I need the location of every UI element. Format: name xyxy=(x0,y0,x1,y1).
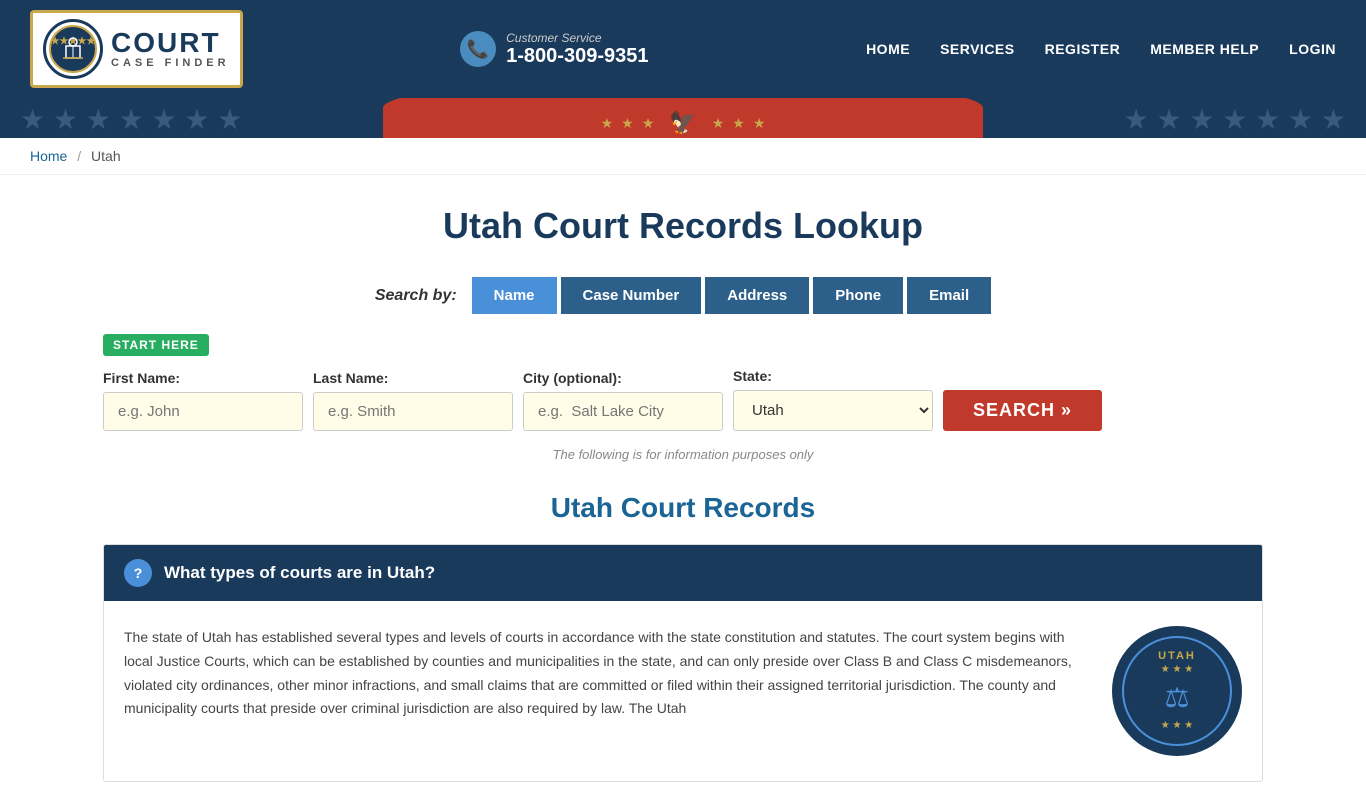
accordion-body: The state of Utah has established severa… xyxy=(104,601,1262,781)
logo-text-block: COURT CASE FINDER xyxy=(111,29,230,69)
last-name-group: Last Name: xyxy=(313,370,513,431)
accordion-title: What types of courts are in Utah? xyxy=(164,563,435,583)
accordion-text: The state of Utah has established severa… xyxy=(124,626,1092,756)
last-name-input[interactable] xyxy=(313,392,513,431)
tab-case-number[interactable]: Case Number xyxy=(561,277,702,314)
logo-sub-text: CASE FINDER xyxy=(111,57,230,69)
scales-icon: ⚖ xyxy=(1164,681,1189,714)
stars-banner: ★ ★ ★ ★ ★ ★ ★ ★ ★ ★ ★ ★ ★ ★ ★ ★ ★ 🦅 ★ ★ … xyxy=(0,98,1366,138)
eagle-icon: 🦅 xyxy=(669,110,696,136)
question-icon: ? xyxy=(124,559,152,587)
search-section: Search by: Name Case Number Address Phon… xyxy=(103,277,1263,462)
page-title: Utah Court Records Lookup xyxy=(103,205,1263,247)
breadcrumb-home-link[interactable]: Home xyxy=(30,148,67,164)
nav-login[interactable]: LOGIN xyxy=(1289,41,1336,57)
phone-icon: 📞 xyxy=(460,31,496,67)
search-form: First Name: Last Name: City (optional): … xyxy=(103,368,1263,431)
search-tabs: Search by: Name Case Number Address Phon… xyxy=(103,277,1263,314)
tab-address[interactable]: Address xyxy=(705,277,809,314)
tab-phone[interactable]: Phone xyxy=(813,277,903,314)
first-name-label: First Name: xyxy=(103,370,303,386)
utah-seal-inner: UTAH ★ ★ ★ ⚖ ★ ★ ★ xyxy=(1122,636,1232,746)
city-group: City (optional): xyxy=(523,370,723,431)
logo-box: ★★★★★ COURT CASE FINDER xyxy=(30,10,243,88)
city-label: City (optional): xyxy=(523,370,723,386)
logo-court-text: COURT xyxy=(111,29,221,57)
main-nav: HOME SERVICES REGISTER MEMBER HELP LOGIN xyxy=(866,41,1336,57)
first-name-group: First Name: xyxy=(103,370,303,431)
utah-seal-stars-bottom: ★ ★ ★ xyxy=(1161,720,1193,731)
state-group: State: AlabamaAlaskaArizonaArkansas Cali… xyxy=(733,368,933,431)
utah-seal-text: UTAH xyxy=(1158,650,1196,662)
cs-label: Customer Service xyxy=(506,31,648,45)
logo-area: ★★★★★ COURT CASE FINDER xyxy=(30,10,243,88)
search-button[interactable]: SEARCH » xyxy=(943,390,1102,431)
accordion: ? What types of courts are in Utah? The … xyxy=(103,544,1263,782)
first-name-input[interactable] xyxy=(103,392,303,431)
accordion-header[interactable]: ? What types of courts are in Utah? xyxy=(104,545,1262,601)
section-title: Utah Court Records xyxy=(103,492,1263,524)
eagle-area: ★ ★ ★ 🦅 ★ ★ ★ xyxy=(601,110,766,136)
main-content: Utah Court Records Lookup Search by: Nam… xyxy=(83,175,1283,812)
state-label: State: xyxy=(733,368,933,384)
cs-phone: 1-800-309-9351 xyxy=(506,45,648,68)
last-name-label: Last Name: xyxy=(313,370,513,386)
logo-emblem: ★★★★★ xyxy=(43,19,103,79)
stars-banner-inner: ★ ★ ★ 🦅 ★ ★ ★ xyxy=(0,98,1366,138)
info-note: The following is for information purpose… xyxy=(103,447,1263,462)
stars-left: ★ ★ ★ xyxy=(601,115,655,132)
breadcrumb-current: Utah xyxy=(91,148,121,164)
nav-services[interactable]: SERVICES xyxy=(940,41,1015,57)
tab-email[interactable]: Email xyxy=(907,277,991,314)
search-by-label: Search by: xyxy=(375,287,457,305)
state-select[interactable]: AlabamaAlaskaArizonaArkansas CaliforniaC… xyxy=(733,390,933,431)
city-input[interactable] xyxy=(523,392,723,431)
cs-text-block: Customer Service 1-800-309-9351 xyxy=(506,31,648,68)
stars-right: ★ ★ ★ xyxy=(712,115,766,132)
nav-register[interactable]: REGISTER xyxy=(1045,41,1121,57)
customer-service: 📞 Customer Service 1-800-309-9351 xyxy=(460,31,648,68)
breadcrumb-separator: / xyxy=(77,148,81,164)
utah-seal: UTAH ★ ★ ★ ⚖ ★ ★ ★ xyxy=(1112,626,1242,756)
utah-seal-stars: ★ ★ ★ xyxy=(1161,664,1193,675)
site-header: ★★★★★ COURT CASE FINDER 📞 Customer Servi… xyxy=(0,0,1366,98)
nav-home[interactable]: HOME xyxy=(866,41,910,57)
breadcrumb: Home / Utah xyxy=(0,138,1366,175)
tab-name[interactable]: Name xyxy=(472,277,557,314)
nav-member-help[interactable]: MEMBER HELP xyxy=(1150,41,1259,57)
start-here-badge: START HERE xyxy=(103,334,209,356)
